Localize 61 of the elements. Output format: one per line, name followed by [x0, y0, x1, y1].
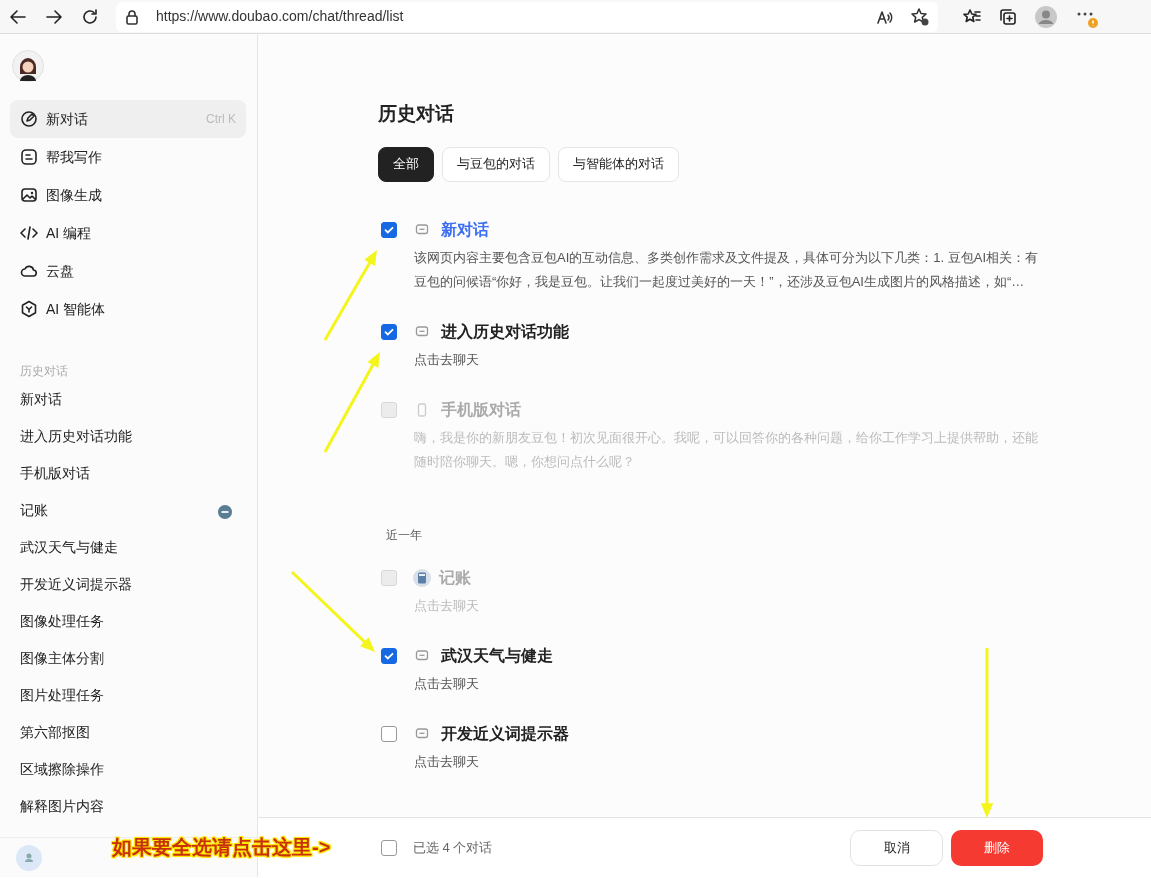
code-icon	[20, 224, 38, 242]
phone-icon	[415, 402, 429, 417]
delete-button[interactable]: 删除	[951, 829, 1043, 866]
image-icon	[20, 186, 38, 204]
conversation-summary: 点击去聊天	[414, 674, 480, 693]
conversation-summary: 点击去聊天	[414, 752, 480, 771]
filter-tab[interactable]: 与智能体的对话	[558, 146, 679, 182]
history-item[interactable]: 武汉天气与健走	[0, 530, 246, 567]
checkbox[interactable]	[381, 323, 397, 340]
history-item[interactable]: 开发近义词提示器	[0, 567, 246, 604]
cancel-button[interactable]: 取消	[850, 829, 943, 866]
chat-icon	[415, 648, 429, 663]
avatar[interactable]	[12, 50, 44, 82]
conversation-title[interactable]: 进入历史对话功能	[441, 319, 569, 344]
add-favorite-icon[interactable]	[910, 6, 930, 27]
profile-icon[interactable]	[1034, 4, 1058, 29]
conversation-summary: 点击去聊天	[414, 350, 480, 369]
history-item[interactable]: 图片处理任务	[0, 678, 246, 715]
url-text: https://www.doubao.com/chat/thread/list	[156, 7, 405, 26]
history-item[interactable]: 图像主体分割	[0, 641, 246, 678]
selection-count: 已选 4 个对话	[413, 838, 493, 857]
conversation-title[interactable]: 武汉天气与健走	[441, 643, 553, 668]
history-item[interactable]: 区域擦除操作	[0, 752, 246, 789]
collections-icon[interactable]	[998, 6, 1018, 27]
conversation-summary: 点击去聊天	[414, 596, 480, 615]
section-label: 近一年	[386, 526, 423, 544]
history-item[interactable]: 记账	[0, 493, 246, 530]
filter-tab[interactable]: 全部	[378, 146, 434, 182]
page-title: 历史对话	[378, 102, 455, 126]
conversation-summary: 嗨，我是你的新朋友豆包！初次见面很开心。我呢，可以回答你的各种问题，给你工作学习上提供帮助，还能随时陪你聊天。嗯，你想问点什么呢？	[414, 428, 1039, 471]
sidebar-item[interactable]: AI 编程	[10, 214, 246, 252]
address-bar[interactable]: https://www.doubao.com/chat/thread/list	[116, 1, 938, 32]
conversation-title[interactable]: 新对话	[441, 217, 489, 242]
chat-icon	[415, 324, 429, 339]
history-item[interactable]: 手机版对话	[0, 456, 246, 493]
sidebar-item[interactable]: 帮我写作	[10, 138, 246, 176]
select-all-checkbox[interactable]	[381, 839, 397, 856]
notebook-icon	[413, 568, 431, 587]
annotation-caption: 如果要全选请点击这里->	[112, 835, 331, 860]
conversation-title[interactable]: 开发近义词提示器	[441, 721, 569, 746]
hexagon-icon	[20, 300, 38, 318]
conversation-summary: 该网页内容主要包含豆包AI的互动信息、多类创作需求及文件提及，具体可分为以下几类：1. 豆包AI相关：有豆包的问候语“你好，我是豆包。让我们一起度过美好的一天！”，还涉及豆包AI生成图片的风格描述，如“…	[414, 248, 1040, 291]
history-item[interactable]: 进入历史对话功能	[0, 419, 246, 456]
checkbox[interactable]	[381, 221, 397, 238]
history-item[interactable]: 新对话	[0, 382, 246, 419]
sidebar-item[interactable]: 图像生成	[10, 176, 246, 214]
document-icon	[20, 148, 38, 166]
filter-tab[interactable]: 与豆包的对话	[442, 146, 550, 182]
edit-icon	[20, 110, 38, 128]
checkbox[interactable]	[381, 647, 397, 664]
reload-icon[interactable]	[80, 6, 100, 27]
sidebar-item[interactable]: AI 智能体	[10, 290, 246, 328]
history-item[interactable]: 第六部抠图	[0, 715, 246, 752]
section-label: 历史对话	[20, 363, 69, 380]
history-item[interactable]: 图像处理任务	[0, 604, 246, 641]
chat-icon	[415, 726, 429, 741]
checkbox[interactable]	[381, 725, 397, 742]
sidebar-item[interactable]: 云盘	[10, 252, 246, 290]
history-item[interactable]: 解释图片内容	[0, 789, 246, 826]
chat-icon	[415, 222, 429, 237]
lock-icon	[124, 8, 140, 25]
